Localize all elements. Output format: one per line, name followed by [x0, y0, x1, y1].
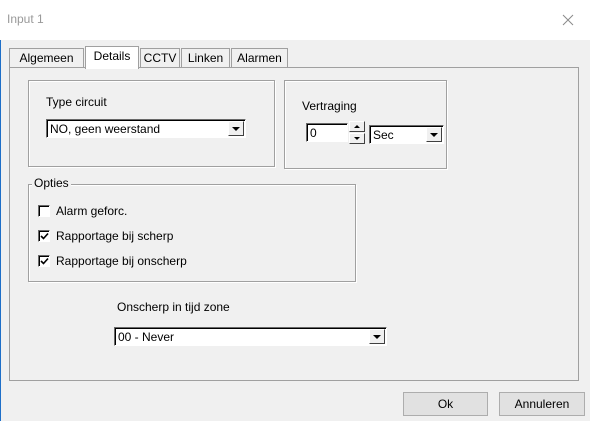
tab-label: Alarmen	[237, 51, 282, 65]
vertraging-spinner[interactable]	[349, 121, 365, 144]
tab-alarmen[interactable]: Alarmen	[231, 48, 288, 67]
tab-label: Algemeen	[19, 51, 74, 65]
chevron-down-icon	[430, 132, 438, 137]
vertraging-unit-value: Sec	[373, 128, 394, 142]
type-circuit-value: NO, geen weerstand	[50, 122, 161, 136]
close-icon	[562, 14, 574, 26]
spin-down-button[interactable]	[349, 133, 365, 144]
alarm-geforceerd-checkbox[interactable]: Alarm geforc.	[38, 204, 127, 218]
title-bar: Input 1	[0, 0, 590, 40]
chevron-down-icon	[232, 126, 240, 131]
checkbox-label: Alarm geforc.	[56, 204, 128, 218]
tab-label: Linken	[187, 51, 224, 65]
checkmark-icon	[40, 257, 49, 265]
dialog-window: Input 1 Algemeen Details CCTV Linken Ala…	[0, 0, 590, 421]
tijdzone-select[interactable]: 00 - Never	[114, 327, 387, 346]
tab-cctv[interactable]: CCTV	[140, 48, 180, 67]
checkmark-icon	[40, 232, 49, 240]
checkbox-label: Rapportage bij onscherp	[56, 254, 187, 268]
type-circuit-dropdown-button[interactable]	[228, 121, 244, 136]
details-panel: Type circuit NO, geen weerstand Vertragi…	[9, 67, 579, 381]
tab-details[interactable]: Details	[85, 46, 139, 69]
window-title: Input 1	[7, 12, 44, 26]
vertraging-input[interactable]: 0	[306, 123, 348, 142]
window-border	[0, 40, 2, 421]
vertraging-label: Vertraging	[302, 99, 357, 113]
checkbox-label: Rapportage bij scherp	[56, 229, 174, 243]
spin-up-icon	[354, 125, 360, 128]
checkbox-box[interactable]	[38, 205, 50, 217]
vertraging-unit-select[interactable]: Sec	[369, 125, 444, 144]
tijdzone-value: 00 - Never	[118, 330, 175, 344]
rapportage-onscherp-checkbox[interactable]: Rapportage bij onscherp	[38, 254, 187, 268]
tab-linken[interactable]: Linken	[181, 48, 230, 67]
rapportage-scherp-checkbox[interactable]: Rapportage bij scherp	[38, 229, 173, 243]
chevron-down-icon	[373, 334, 381, 339]
tab-algemeen[interactable]: Algemeen	[9, 48, 84, 67]
tijdzone-dropdown-button[interactable]	[369, 329, 385, 344]
checkbox-box[interactable]	[38, 255, 50, 267]
spin-up-button[interactable]	[349, 121, 365, 132]
spin-down-icon	[354, 137, 360, 140]
checkbox-box[interactable]	[38, 230, 50, 242]
vertraging-value: 0	[310, 126, 317, 140]
tijdzone-label: Onscherp in tijd zone	[117, 300, 230, 314]
type-circuit-label: Type circuit	[46, 95, 107, 109]
close-button[interactable]	[546, 0, 590, 40]
vertraging-unit-dropdown-button[interactable]	[426, 127, 442, 142]
cancel-button[interactable]: Annuleren	[499, 392, 585, 416]
type-circuit-select[interactable]: NO, geen weerstand	[46, 119, 246, 138]
opties-legend: Opties	[32, 176, 71, 190]
tab-label: CCTV	[143, 51, 177, 65]
tab-label: Details	[93, 49, 131, 63]
ok-button[interactable]: Ok	[403, 392, 488, 416]
